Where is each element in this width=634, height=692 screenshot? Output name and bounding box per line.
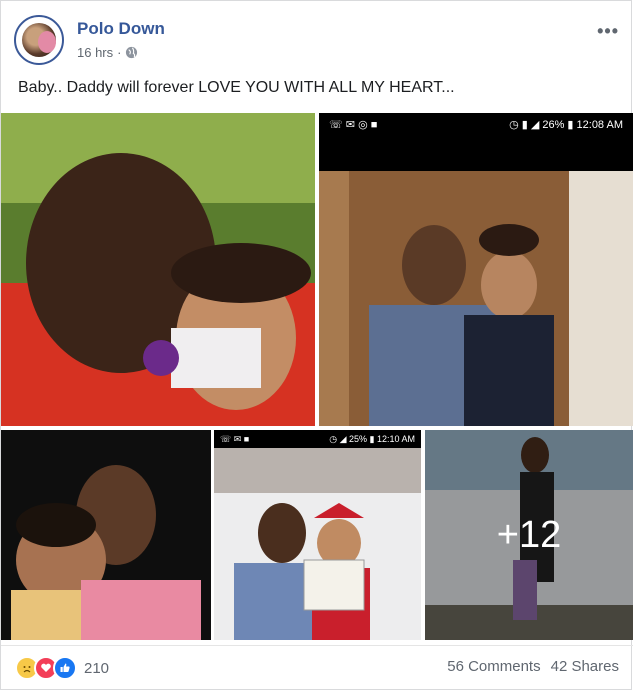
post-caption: Baby.. Daddy will forever LOVE YOU WITH … xyxy=(18,79,455,96)
more-options-icon[interactable]: ••• xyxy=(597,21,619,42)
more-photos-count: +12 xyxy=(496,513,562,556)
reaction-count: 210 xyxy=(84,659,110,677)
photo-2-status-right: ◷ ▮ ◢ 26% ▮ 12:08 AM xyxy=(509,118,623,131)
photo-2[interactable]: ☏ ✉ ◎ ■ ◷ ▮ ◢ 26% ▮ 12:08 AM xyxy=(319,113,633,426)
photo-3[interactable] xyxy=(1,430,211,640)
photo-5[interactable]: +12 xyxy=(425,430,633,640)
photo-4-statusbar: ☏ ✉ ■ ◷ ◢ 25% ▮ 12:10 AM xyxy=(214,430,421,448)
post-footer: 210 56 Comments 42 Shares xyxy=(1,645,633,690)
photo-3-image xyxy=(1,430,211,640)
like-reaction-icon xyxy=(53,656,77,680)
photo-1-image xyxy=(1,113,315,426)
photo-2-statusbar: ☏ ✉ ◎ ■ ◷ ▮ ◢ 26% ▮ 12:08 AM xyxy=(319,113,633,135)
reactions-summary[interactable]: 210 xyxy=(15,656,109,680)
photo-2-image xyxy=(319,135,633,426)
shares-link[interactable]: 42 Shares xyxy=(551,658,619,675)
more-photos-overlay[interactable]: +12 xyxy=(425,430,633,640)
post-time[interactable]: 16 hrs xyxy=(77,45,113,60)
meta-separator: · xyxy=(117,45,122,60)
avatar[interactable] xyxy=(14,15,64,65)
photo-4-status-left: ☏ ✉ ■ xyxy=(220,433,250,444)
avatar-child xyxy=(38,31,56,53)
engagement-stats: 56 Comments 42 Shares xyxy=(447,658,619,675)
photo-2-status-left: ☏ ✉ ◎ ■ xyxy=(329,118,378,131)
post-card: Polo Down 16 hrs · ••• Baby.. Daddy will… xyxy=(0,0,633,690)
photo-4-image xyxy=(214,448,421,640)
globe-icon xyxy=(126,46,138,59)
photo-1[interactable] xyxy=(1,113,315,426)
post-meta: 16 hrs · xyxy=(77,45,138,60)
photo-4-status-right: ◷ ◢ 25% ▮ 12:10 AM xyxy=(329,433,415,444)
comments-link[interactable]: 56 Comments xyxy=(447,658,540,675)
photo-4[interactable]: ☏ ✉ ■ ◷ ◢ 25% ▮ 12:10 AM xyxy=(214,430,421,640)
author-name[interactable]: Polo Down xyxy=(77,19,165,39)
